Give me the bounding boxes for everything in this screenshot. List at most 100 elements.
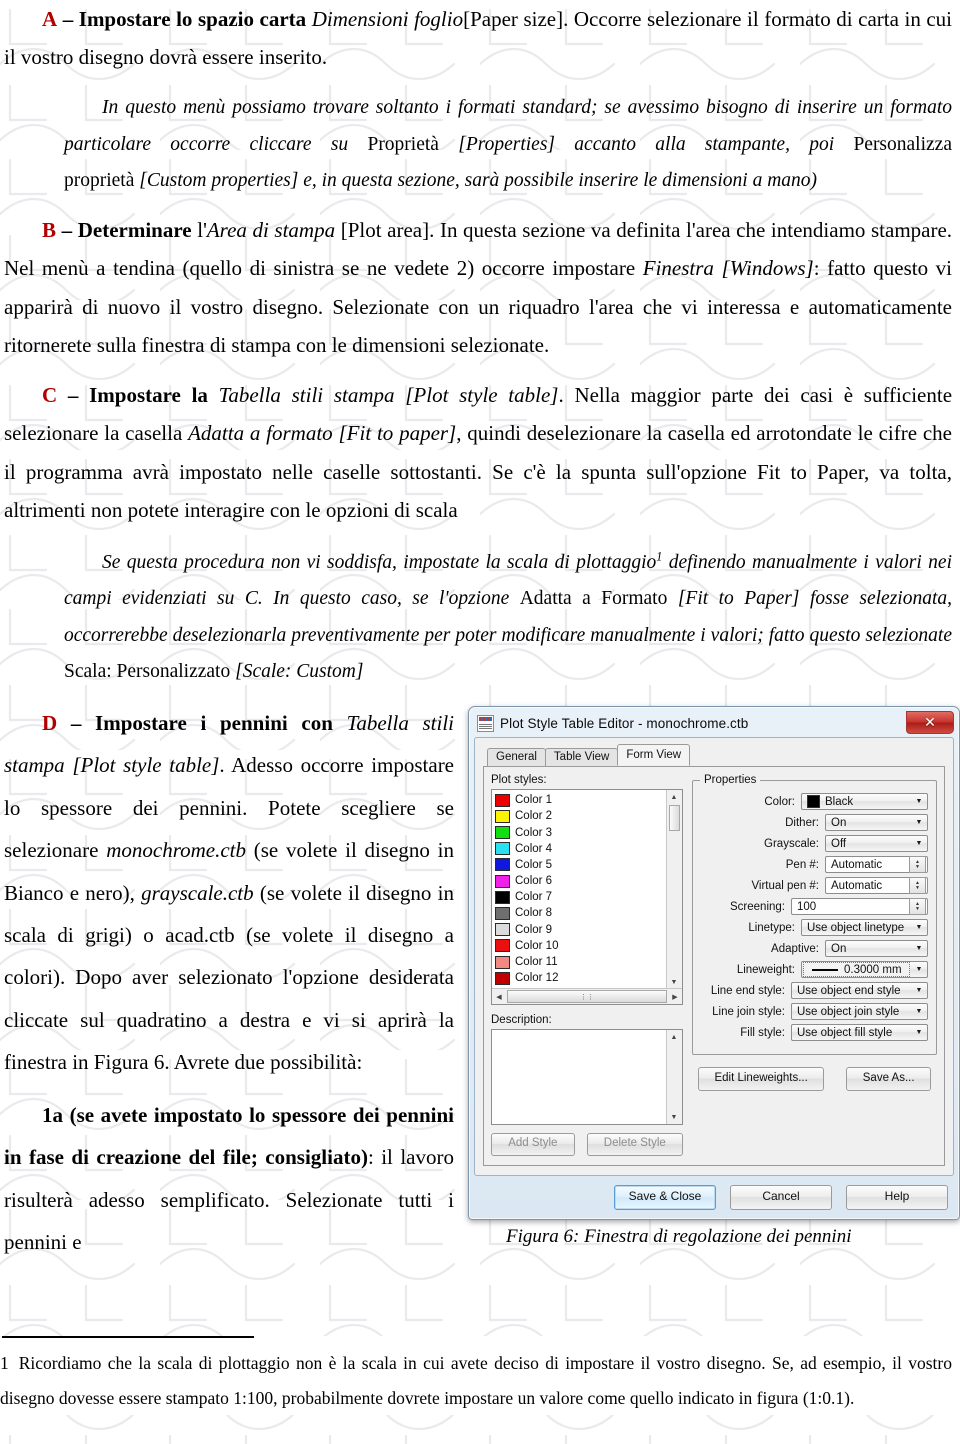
chevron-down-icon[interactable]: ▼	[911, 1029, 927, 1036]
scroll-right-icon[interactable]: ▶	[668, 990, 682, 1004]
section-b-heading-italic: Area di stampa	[206, 218, 336, 243]
property-value: Off	[831, 837, 847, 850]
property-combo-control[interactable]: Use object end style ▼	[791, 982, 928, 1000]
property-combo-control[interactable]: Off ▼	[825, 835, 928, 853]
vertical-scroll-thumb[interactable]	[669, 805, 680, 832]
property-spin-control[interactable]: Automatic ▲ ▼	[825, 856, 928, 874]
plot-style-row[interactable]: Color 10	[495, 938, 667, 954]
property-label: Grayscale:	[764, 837, 819, 850]
property-combo-control[interactable]: Use object join style ▼	[791, 1003, 928, 1021]
plot-style-name: Color 10	[515, 939, 559, 952]
property-spin-wide-control[interactable]: 100 ▲ ▼	[791, 898, 928, 916]
cancel-button[interactable]: Cancel	[730, 1185, 832, 1211]
property-combo-control[interactable]: Use object fill style ▼	[791, 1024, 928, 1042]
plot-styles-list: Color 1 Color 2 Color 3 Color 4 Color 5 Color…	[492, 790, 667, 990]
description-scroll-up-icon[interactable]: ▲	[667, 1030, 681, 1044]
plot-style-row[interactable]: Color 2	[495, 808, 667, 824]
property-label: Linetype:	[748, 921, 795, 934]
plot-style-row[interactable]: Color 7	[495, 889, 667, 905]
chevron-down-icon[interactable]: ▼	[911, 819, 927, 826]
dialog-titlebar[interactable]: Plot Style Table Editor - monochrome.ctb…	[474, 711, 954, 735]
property-combo-control[interactable]: Use object linetype ▼	[801, 919, 928, 937]
property-combo-control[interactable]: On ▼	[825, 814, 928, 832]
property-row: Color: Black ▼	[699, 793, 928, 811]
edit-lineweights-button[interactable]: Edit Lineweights...	[698, 1067, 825, 1092]
property-value: Use object fill style	[797, 1026, 893, 1039]
property-combo-control[interactable]: On ▼	[825, 940, 928, 958]
plot-style-row[interactable]: Color 11	[495, 954, 667, 970]
section-a-letter: A	[42, 7, 58, 31]
section-c-body-italic-1: Adatta a formato	[188, 421, 333, 446]
property-combo-color-control[interactable]: Black ▼	[801, 793, 928, 811]
note-c-roman-2: Scala: Personalizzato	[64, 660, 231, 682]
chevron-down-icon[interactable]: ▼	[911, 945, 927, 952]
description-textarea[interactable]: ▲ ▼	[491, 1029, 683, 1126]
description-label: Description:	[491, 1014, 552, 1027]
chevron-down-icon[interactable]: ▼	[911, 840, 927, 847]
close-icon[interactable]: ✕	[906, 711, 954, 735]
scroll-left-icon[interactable]: ◀	[492, 990, 506, 1004]
footnote-area: 1 Ricordiamo che la scala di plottaggio n…	[0, 1336, 960, 1416]
property-row: Fill style: Use object fill style ▼	[699, 1024, 928, 1042]
tab-form-view[interactable]: Form View	[617, 744, 691, 767]
section-c-heading-bracket: [Plot style table]	[405, 383, 559, 408]
section-b-body-italic-1: Finestra	[642, 256, 714, 281]
note-c-text-1: Se questa procedura non vi soddisfa, imp…	[102, 551, 657, 573]
property-row: Line end style: Use object end style ▼	[699, 982, 928, 1000]
section-c-heading-italic: Tabella stili stampa	[218, 383, 395, 408]
plot-style-row[interactable]: Color 6	[495, 873, 667, 889]
property-row: Line join style: Use object join style ▼	[699, 1003, 928, 1021]
plot-style-row[interactable]: Color 3	[495, 824, 667, 840]
note-c-bracket-2: [Scale: Custom]	[235, 660, 364, 682]
section-b-body-bracket-1: [Windows]	[721, 256, 814, 281]
chevron-down-icon[interactable]: ▼	[911, 1008, 927, 1015]
document-page: A – Impostare lo spazio carta Dimensioni…	[0, 0, 960, 1263]
save-and-close-button[interactable]: Save & Close	[614, 1185, 716, 1211]
scroll-down-icon[interactable]: ▼	[667, 975, 681, 989]
chevron-down-icon[interactable]: ▼	[911, 987, 927, 994]
spinner-icon[interactable]: ▲ ▼	[909, 898, 926, 916]
help-button[interactable]: Help	[846, 1185, 948, 1211]
scroll-up-icon[interactable]: ▲	[667, 790, 681, 804]
dialog-footer: Save & Close Cancel Help	[474, 1176, 954, 1212]
note-a-bracket-1: [Properties]	[458, 133, 556, 155]
add-style-button[interactable]: Add Style	[491, 1133, 575, 1157]
plot-styles-label: Plot styles:	[491, 774, 547, 787]
tab-general[interactable]: General	[487, 748, 546, 767]
property-value: Use object end style	[797, 984, 901, 997]
plot-style-row[interactable]: Color 12	[495, 970, 667, 986]
plot-styles-horizontal-scrollbar[interactable]: ◀ ⋮⋮ ▶	[492, 988, 682, 1005]
description-scroll-down-icon[interactable]: ▼	[667, 1110, 681, 1124]
plot-style-row[interactable]: Color 4	[495, 841, 667, 857]
plot-style-name: Color 1	[515, 794, 553, 807]
chevron-down-icon[interactable]: ▼	[911, 966, 927, 973]
spinner-icon[interactable]: ▲ ▼	[909, 856, 926, 874]
plot-style-row[interactable]: Color 5	[495, 857, 667, 873]
property-value: Use object linetype	[807, 921, 905, 934]
description-scrollbar[interactable]: ▲ ▼	[666, 1030, 682, 1125]
property-value: Automatic	[831, 858, 883, 871]
plot-style-row[interactable]: Color 8	[495, 905, 667, 921]
color-swatch-icon	[495, 955, 510, 969]
plot-style-row[interactable]: Color 1	[495, 792, 667, 808]
property-row: Grayscale: Off ▼	[699, 835, 928, 853]
horizontal-scroll-thumb[interactable]: ⋮⋮	[507, 990, 667, 1004]
save-as-button[interactable]: Save As...	[846, 1067, 931, 1092]
section-c-letter: C	[42, 383, 58, 408]
delete-style-button[interactable]: Delete Style	[586, 1133, 683, 1157]
property-spin-control[interactable]: Automatic ▲ ▼	[825, 877, 928, 895]
section-a-heading-bold: Impostare lo spazio carta	[78, 7, 307, 31]
lineweight-sample-icon	[812, 968, 838, 971]
plot-styles-vertical-scrollbar[interactable]: ▲ ▼	[666, 790, 682, 990]
tab-table-view[interactable]: Table View	[544, 748, 619, 767]
footnote-separator	[2, 1336, 254, 1338]
plot-style-row[interactable]: Color 9	[495, 922, 667, 938]
section-d-body-3: (se volete il disegno in scala di grigi)…	[4, 880, 454, 1075]
property-combo-lineweight-control[interactable]: 0.3000 mm ▼	[801, 961, 928, 979]
property-label: Fill style:	[740, 1026, 785, 1039]
plot-styles-listbox[interactable]: Color 1 Color 2 Color 3 Color 4 Color 5 Color…	[491, 789, 683, 1006]
chevron-down-icon[interactable]: ▼	[911, 924, 927, 931]
chevron-down-icon[interactable]: ▼	[911, 798, 927, 805]
property-label: Line join style:	[712, 1005, 785, 1018]
spinner-icon[interactable]: ▲ ▼	[909, 877, 926, 895]
